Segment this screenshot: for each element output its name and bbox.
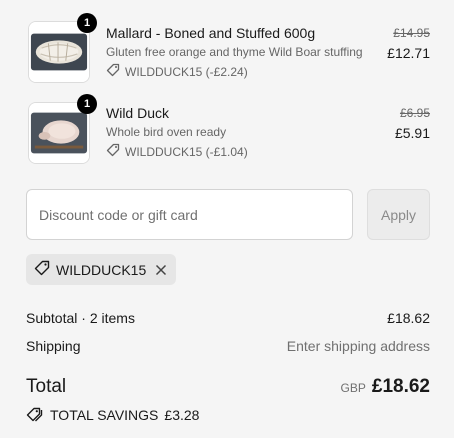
tag-icon [34,260,50,279]
product-name: Wild Duck [106,105,170,121]
total-value-group: GBP £18.62 [341,376,430,398]
savings-value: £3.28 [164,407,200,423]
applied-discount-code: WILDDUCK15 [56,261,147,278]
savings-label: TOTAL SAVINGS [50,407,159,423]
subtotal-value: £18.62 [387,310,430,326]
original-price: £6.95 [399,106,430,120]
quantity-badge: 1 [77,13,97,33]
tag-icon [106,63,120,80]
tag-icon [106,143,120,160]
currency-code: GBP [340,381,366,395]
product-discount-text: WILDDUCK15 (-£1.04) [125,144,248,159]
subtotal-label: Subtotal · 2 items [26,310,135,326]
quantity-badge: 1 [77,94,97,114]
shipping-value: Enter shipping address [286,338,430,354]
discount-code-input[interactable]: Discount code or gift card [26,189,353,240]
product-description: Whole bird oven ready [106,125,227,139]
original-price: £14.95 [393,26,430,40]
product-discount: WILDDUCK15 (-£2.24) [106,63,248,80]
product-discount-text: WILDDUCK15 (-£2.24) [125,64,248,79]
total-label: Total [26,376,67,397]
savings-tag-icon [26,407,44,423]
total-savings: TOTAL SAVINGS £3.28 [26,407,199,423]
remove-discount-icon[interactable] [152,263,168,277]
product-discount: WILDDUCK15 (-£1.04) [106,143,248,160]
discount-code-placeholder: Discount code or gift card [39,206,198,223]
product-name: Mallard - Boned and Stuffed 600g [106,25,316,41]
apply-button[interactable]: Apply [367,189,430,240]
total-value: £18.62 [371,376,430,397]
shipping-label: Shipping [26,338,81,354]
discounted-price: £5.91 [394,125,430,141]
product-description: Gluten free orange and thyme Wild Boar s… [106,45,363,59]
applied-discount-chip: WILDDUCK15 [26,254,177,285]
discounted-price: £12.71 [387,45,430,61]
